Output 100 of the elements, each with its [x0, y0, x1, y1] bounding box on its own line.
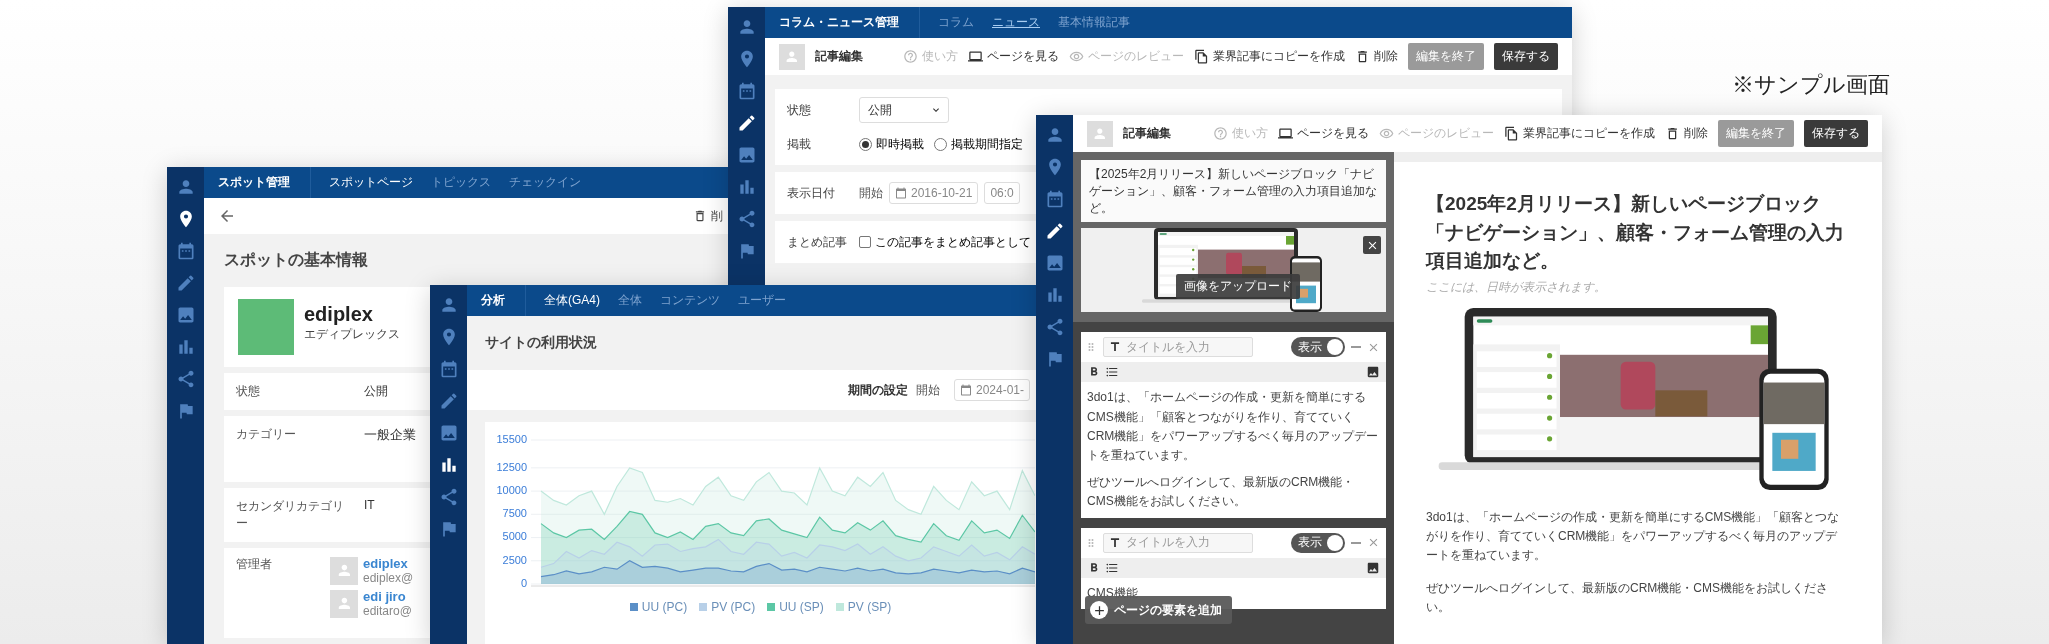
field-label: 掲載	[787, 135, 812, 153]
insert-image-button[interactable]	[1366, 365, 1380, 380]
add-element-button[interactable]: ページの要素を追加	[1085, 596, 1232, 624]
nav-tab[interactable]: トピックス	[431, 172, 491, 193]
avatar-placeholder	[1087, 120, 1113, 147]
plus-icon	[1090, 601, 1108, 619]
field-label: カテゴリー	[236, 426, 297, 443]
field-value: IT	[364, 498, 375, 512]
nav-tab[interactable]: スポットページ	[329, 172, 413, 193]
page-heading: サイトの利用状況	[485, 334, 598, 352]
y-tick-label: 5000	[502, 530, 527, 543]
start-label: 開始	[915, 381, 940, 399]
close-button[interactable]	[1363, 236, 1381, 255]
collapse-button[interactable]	[1351, 346, 1361, 349]
trash-icon	[1355, 49, 1370, 64]
radio-option[interactable]: 即時掲載	[859, 135, 924, 153]
period-label: 期間の設定	[847, 381, 908, 399]
legend-item: UU (PC)	[629, 600, 688, 614]
logo-placeholder	[238, 299, 294, 355]
admin-email: ediplex@	[363, 571, 414, 585]
field-label: セカンダリカテゴリー	[236, 498, 345, 532]
nav-tab[interactable]: 全体	[618, 290, 642, 311]
page-title: 記事編集	[815, 48, 863, 65]
date-start-label: 開始	[859, 184, 883, 202]
avatar-placeholder	[779, 43, 805, 70]
field-label: 状態	[236, 383, 261, 400]
nav-tab[interactable]: コンテンツ	[660, 290, 720, 311]
legend-item: PV (SP)	[835, 600, 892, 614]
delete-button[interactable]: 削	[693, 207, 723, 225]
y-tick-label: 10000	[496, 484, 527, 496]
nav-tab[interactable]: チェックイン	[509, 172, 581, 193]
article-title: 【2025年2月リリース】新しいページブロック「ナビゲーション」、顧客・フォーム管理の入力項目追加など。	[1426, 192, 1845, 273]
body-paragraph: 3do1は、「ホームページの作成・更新を簡単にするCMS機能」「顧客とつながりを作り、育てていくCRM機能」をパワーアップするべく毎月のアップデートを重ねています。	[1426, 508, 1841, 564]
section-title: 分析	[467, 285, 526, 316]
field-value: 一般企業	[364, 426, 416, 444]
toolbar-action[interactable]: 削除	[1665, 125, 1708, 142]
legend-item: UU (SP)	[767, 600, 824, 614]
page-heading: スポットの基本情報	[224, 250, 369, 270]
toolbar-action[interactable]: 業界記事にコピーを作成	[1194, 48, 1345, 65]
visibility-toggle[interactable]: 表示	[1291, 337, 1345, 358]
copy-icon	[1194, 49, 1209, 64]
trash-icon	[1665, 126, 1680, 141]
image-icon	[1366, 560, 1380, 575]
nav-tab[interactable]: コラム	[938, 12, 974, 33]
toolbar-action[interactable]: 業界記事にコピーを作成	[1504, 125, 1655, 142]
y-tick-label: 7500	[502, 507, 527, 520]
toolbar-action[interactable]: ページを見る	[968, 48, 1059, 65]
y-tick-label: 2500	[502, 553, 527, 566]
copy-icon	[1504, 126, 1519, 141]
field-label: 管理者	[236, 556, 273, 573]
date-field[interactable]: 2016-10-21	[889, 182, 979, 204]
save-button[interactable]: 保存する	[1494, 43, 1558, 70]
toolbar-action[interactable]: ページを見る	[1278, 125, 1369, 142]
admin-name: ediplex	[363, 556, 409, 571]
minus-icon	[1351, 346, 1361, 349]
save-button[interactable]: 保存する	[1804, 120, 1868, 147]
date-note: ここには、日時が表示されます。	[1426, 278, 1607, 296]
nav-tab[interactable]: 全体(GA4)	[544, 290, 600, 311]
close-icon	[1367, 536, 1380, 549]
time-field[interactable]: 06:0	[984, 182, 1020, 204]
toolbar-action[interactable]: 削除	[1355, 48, 1398, 65]
calendar-icon	[895, 187, 907, 199]
eye-icon	[1069, 49, 1084, 64]
spot-name-kana: エディプレックス	[304, 326, 400, 343]
title-text-block: 【2025年2月リリース】新しいページブロック「ナビゲーション」、顧客・フォーム管理の入力項目追加など。	[1081, 160, 1386, 223]
minus-icon	[1351, 541, 1361, 544]
avatar-placeholder	[330, 589, 358, 618]
body-paragraph: ぜひツールへログインして、最新版のCRM機能・CMS機能をお試しください。	[1426, 580, 1829, 617]
nav-tab[interactable]: ニュース	[992, 12, 1040, 33]
legend-item: PV (PC)	[699, 600, 756, 614]
nav-tab[interactable]: ユーザー	[738, 290, 786, 311]
date-field[interactable]: 2024-01-	[953, 379, 1030, 401]
calendar-icon	[959, 384, 972, 396]
insert-image-button[interactable]	[1366, 560, 1380, 575]
y-tick-label: 0	[520, 576, 527, 589]
text-icon	[1108, 535, 1122, 550]
upload-button[interactable]: 画像をアップロード	[1176, 274, 1300, 300]
image-icon	[1366, 365, 1380, 380]
body-paragraph: ぜひツールへログインして、最新版のCRM機能・CMS機能をお試しください。	[1087, 474, 1356, 511]
admin-email: editaro@	[363, 604, 412, 618]
spot-name: ediplex	[304, 303, 374, 326]
body-paragraph: 3do1は、「ホームページの作成・更新を簡単にするCMS機能」「顧客とつながりを作り、育てていくCRM機能」をパワーアップするべく毎月のアップデートを重ねています。	[1087, 389, 1380, 464]
collapse-button[interactable]	[1351, 541, 1361, 544]
field-label: 表示日付	[787, 184, 836, 202]
trash-icon	[693, 209, 707, 223]
field-label: まとめ記事	[787, 233, 848, 251]
y-tick-label: 15500	[496, 432, 527, 445]
radio-option[interactable]: 掲載期間指定	[934, 135, 1023, 153]
admin-name: edi jiro	[363, 589, 407, 604]
field-value: 公開	[364, 383, 388, 400]
visibility-toggle[interactable]: 表示	[1291, 532, 1345, 553]
field-label: 状態	[787, 101, 812, 119]
help-icon	[903, 49, 918, 64]
status-select[interactable]: 公開	[859, 97, 949, 123]
nav-tab[interactable]: 基本情報記事	[1058, 12, 1130, 33]
avatar-placeholder	[330, 556, 358, 585]
laptop-icon	[968, 49, 983, 64]
help-icon	[1213, 126, 1228, 141]
summary-checkbox[interactable]: この記事をまとめ記事として	[859, 233, 1031, 251]
sample-label: ※サンプル画面	[1732, 71, 1890, 99]
